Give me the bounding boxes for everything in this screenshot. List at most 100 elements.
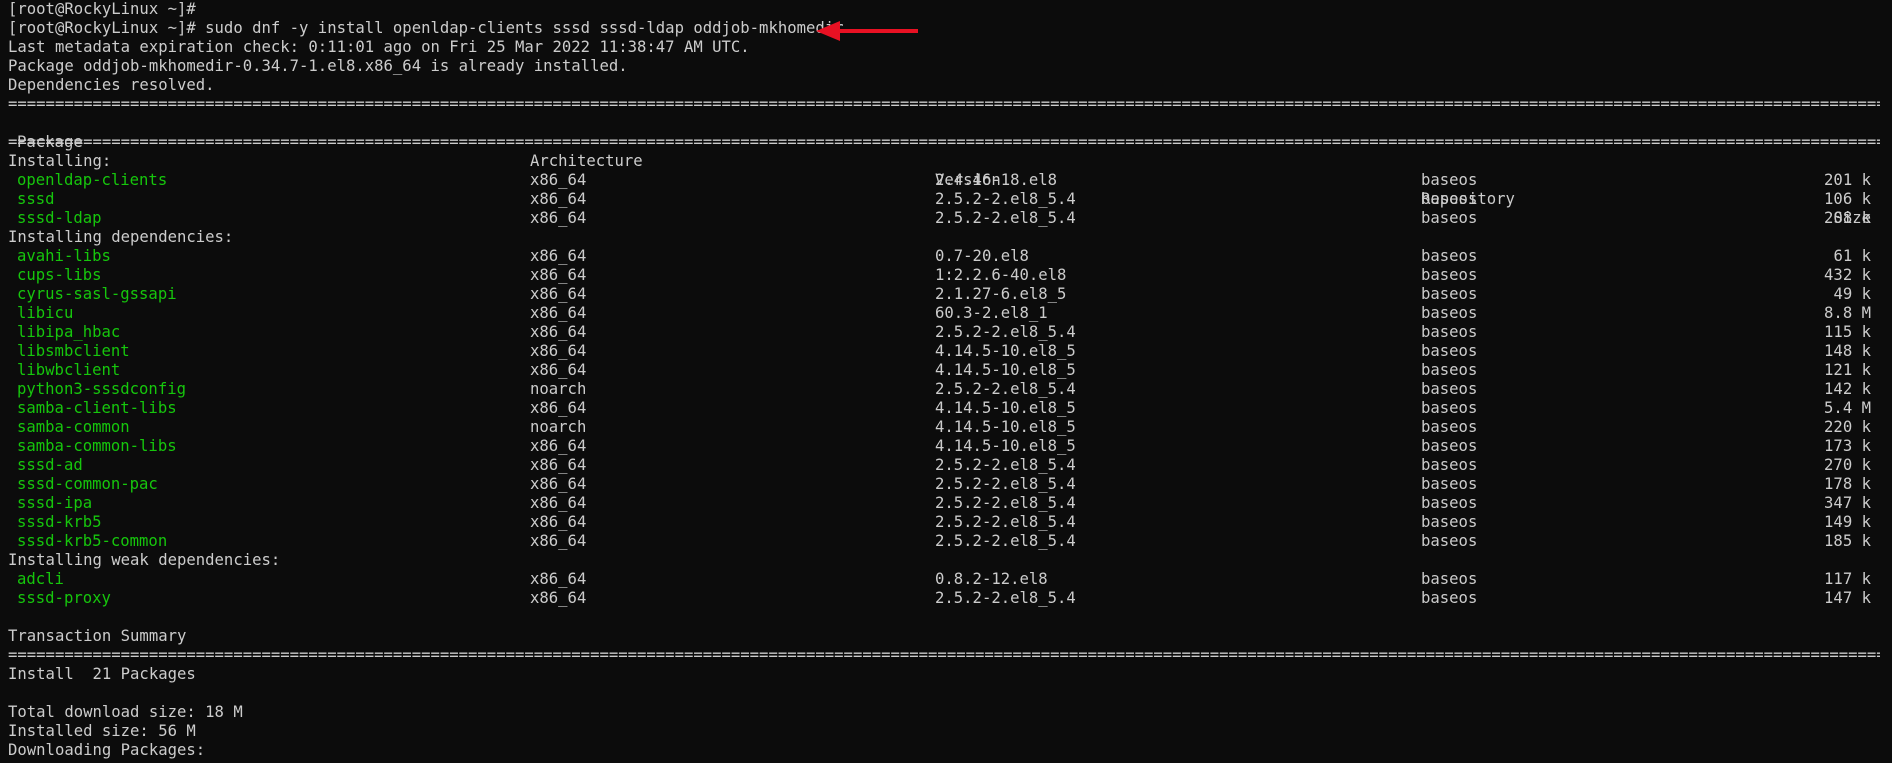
package-repo: baseos [1421,418,1478,436]
already-installed-line: Package oddjob-mkhomedir-0.34.7-1.el8.x8… [8,57,628,75]
table-row: sssd-krb5 x86_64 2.5.2-2.el8_5.4 baseos 149 … [0,513,1892,532]
package-version: 2.4.46-18.el8 [935,171,1058,189]
package-arch: x86_64 [530,266,587,284]
table-row: cyrus-sasl-gssapi x86_64 2.1.27-6.el8_5 bas… [0,285,1892,304]
package-repo: baseos [1421,437,1478,455]
table-row: sssd-krb5-common x86_64 2.5.2-2.el8_5.4 bas… [0,532,1892,551]
package-name: openldap-clients [17,171,168,189]
package-repo: baseos [1421,247,1478,265]
package-name: libsmbclient [17,342,130,360]
package-arch: x86_64 [530,323,587,341]
install-count: Install 21 Packages [8,665,196,683]
package-name: sssd-ad [17,456,83,474]
package-version: 2.5.2-2.el8_5.4 [935,532,1076,550]
table-row: sssd-ipa x86_64 2.5.2-2.el8_5.4 baseos 347 k [0,494,1892,513]
package-repo: baseos [1421,266,1478,284]
package-version: 4.14.5-10.el8_5 [935,437,1076,455]
terminal-window[interactable]: [root@RockyLinux ~]# [root@RockyLinux ~]… [0,0,1892,763]
package-arch: x86_64 [530,209,587,227]
separator: ========================================… [8,95,1880,113]
package-size: 201 k [1824,171,1871,189]
package-version: 2.5.2-2.el8_5.4 [935,589,1076,607]
package-name: sssd-krb5-common [17,532,168,550]
package-size: 5.4 M [1824,399,1871,417]
package-size: 115 k [1824,323,1871,341]
package-repo: baseos [1421,342,1478,360]
terminal-line: Total download size: 18 M [0,703,1892,722]
table-row: samba-common noarch 4.14.5-10.el8_5 baseos 2… [0,418,1892,437]
table-row: samba-client-libs x86_64 4.14.5-10.el8_5 ba… [0,399,1892,418]
package-name: adcli [17,570,64,588]
package-repo: baseos [1421,494,1478,512]
package-version: 0.7-20.el8 [935,247,1029,265]
installing-group: openldap-clients x86_64 2.4.46-18.el8 baseo… [0,171,1892,228]
package-arch: noarch [530,418,587,436]
terminal-line: Package oddjob-mkhomedir-0.34.7-1.el8.x8… [0,57,1892,76]
package-version: 4.14.5-10.el8_5 [935,418,1076,436]
package-name: libipa_hbac [17,323,121,341]
downloading-line: Downloading Packages: [8,741,206,759]
table-row: python3-sssdconfig noarch 2.5.2-2.el8_5.4 b… [0,380,1892,399]
table-row: libsmbclient x86_64 4.14.5-10.el8_5 baseos 1… [0,342,1892,361]
installed-size: Installed size: 56 M [8,722,196,740]
package-version: 2.5.2-2.el8_5.4 [935,323,1076,341]
package-size: 149 k [1824,513,1871,531]
package-version: 4.14.5-10.el8_5 [935,399,1076,417]
package-version: 2.5.2-2.el8_5.4 [935,380,1076,398]
package-size: 178 k [1824,475,1871,493]
package-repo: baseos [1421,475,1478,493]
package-name: samba-client-libs [17,399,177,417]
package-repo: baseos [1421,532,1478,550]
table-row: libwbclient x86_64 4.14.5-10.el8_5 baseos 12… [0,361,1892,380]
terminal-line: Last metadata expiration check: 0:11:01 … [0,38,1892,57]
package-name: samba-common-libs [17,437,177,455]
package-version: 2.5.2-2.el8_5.4 [935,190,1076,208]
package-arch: x86_64 [530,437,587,455]
section-deps-label: Installing dependencies: [8,228,234,246]
terminal-line: Downloading Packages: [0,741,1892,760]
package-arch: x86_64 [530,532,587,550]
package-version: 2.5.2-2.el8_5.4 [935,494,1076,512]
table-row: openldap-clients x86_64 2.4.46-18.el8 baseo… [0,171,1892,190]
section-heading: Installing dependencies: [0,228,1892,247]
package-arch: x86_64 [530,190,587,208]
package-name: sssd-common-pac [17,475,158,493]
separator: ========================================… [8,646,1880,664]
package-name: sssd-proxy [17,589,111,607]
package-repo: baseos [1421,361,1478,379]
terminal-line: Installed size: 56 M [0,722,1892,741]
terminal-line: [root@RockyLinux ~]# sudo dnf -y install… [0,19,1892,38]
red-arrow-icon [816,21,918,41]
package-repo: baseos [1421,304,1478,322]
package-arch: x86_64 [530,513,587,531]
prompt-line: [root@RockyLinux ~]# [8,0,196,18]
package-repo: baseos [1421,285,1478,303]
table-row: adcli x86_64 0.8.2-12.el8 baseos 117 k [0,570,1892,589]
package-size: 147 k [1824,589,1871,607]
package-repo: baseos [1421,513,1478,531]
package-name: cyrus-sasl-gssapi [17,285,177,303]
package-arch: x86_64 [530,589,587,607]
table-row: libipa_hbac x86_64 2.5.2-2.el8_5.4 baseos 11… [0,323,1892,342]
package-size: 61 k [1833,247,1871,265]
terminal-line: Dependencies resolved. [0,76,1892,95]
package-repo: baseos [1421,570,1478,588]
package-repo: baseos [1421,380,1478,398]
separator-line: ========================================… [0,133,1892,152]
package-arch: x86_64 [530,399,587,417]
table-row: sssd x86_64 2.5.2-2.el8_5.4 baseos 106 k [0,190,1892,209]
package-size: 208 k [1824,209,1871,227]
package-name: sssd-ldap [17,209,102,227]
download-size: Total download size: 18 M [8,703,243,721]
package-version: 0.8.2-12.el8 [935,570,1048,588]
terminal-line: Transaction Summary [0,627,1892,646]
package-name: libwbclient [17,361,121,379]
package-repo: baseos [1421,456,1478,474]
package-name: sssd-ipa [17,494,93,512]
package-size: 432 k [1824,266,1871,284]
table-row: libicu x86_64 60.3-2.el8_1 baseos 8.8 M [0,304,1892,323]
package-repo: baseos [1421,323,1478,341]
package-size: 49 k [1833,285,1871,303]
package-version: 4.14.5-10.el8_5 [935,342,1076,360]
